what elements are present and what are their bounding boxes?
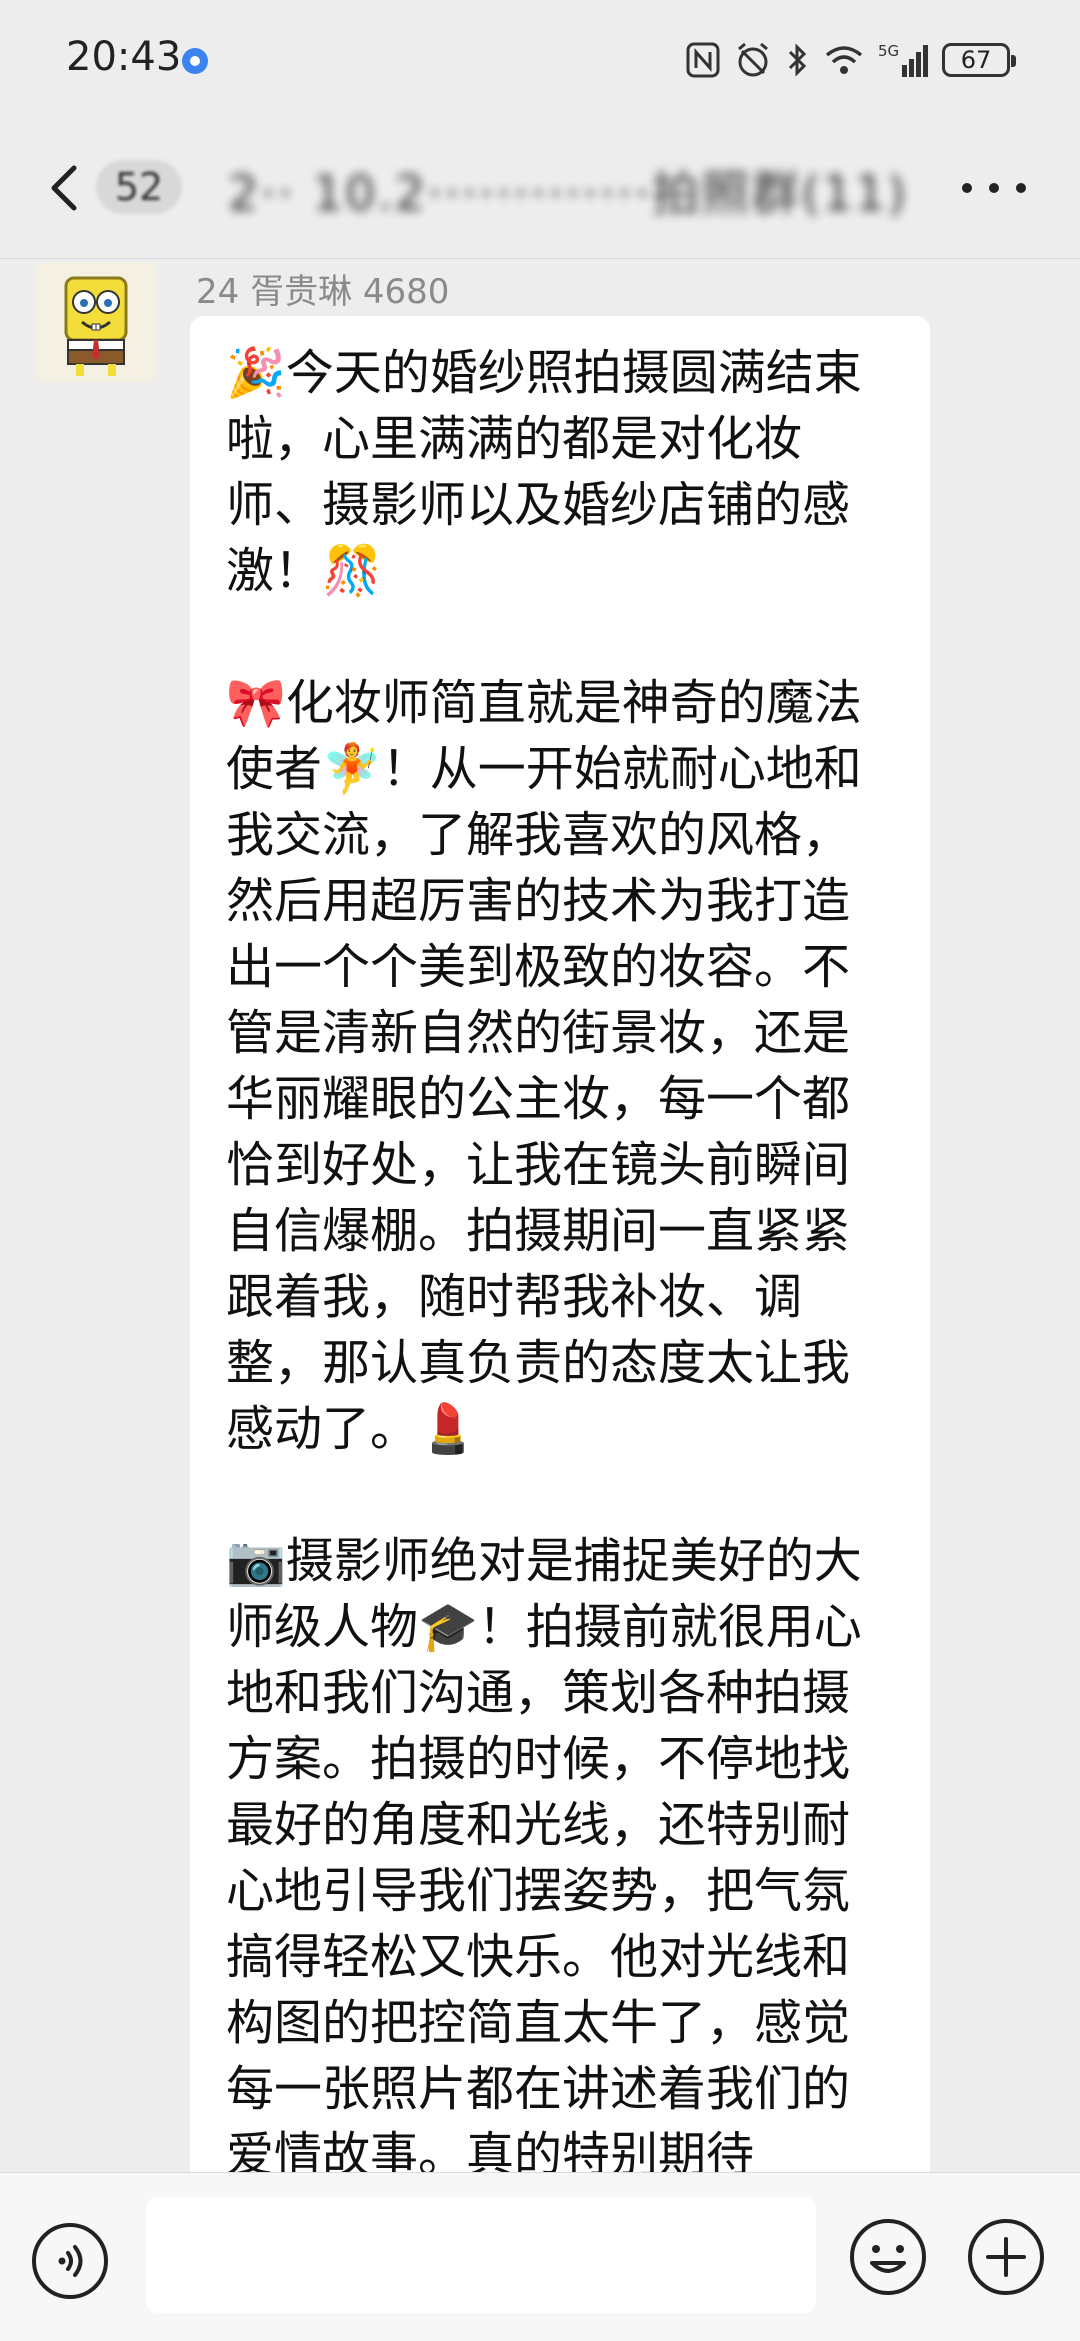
location-indicator-icon bbox=[182, 48, 208, 74]
input-bar bbox=[0, 2172, 1080, 2341]
status-time: 20:43 bbox=[66, 34, 182, 80]
sender-name: 24 胥贵琳 4680 bbox=[196, 272, 450, 312]
status-bar: 20:43 5G 67 bbox=[0, 0, 1080, 120]
more-options-button[interactable] bbox=[962, 180, 1026, 196]
bluetooth-icon bbox=[786, 41, 810, 79]
cellular-signal-icon: 5G bbox=[878, 41, 928, 79]
message-paragraph: 📷摄影师绝对是捕捉美好的大师级人物🎓！拍摄前就很用心地和我们沟通，策划各种拍摄方… bbox=[226, 1533, 862, 2183]
more-functions-button[interactable] bbox=[966, 2217, 1046, 2297]
chat-title: 2·· 10.2·············拍照群(11) bbox=[228, 154, 908, 224]
chevron-left-icon bbox=[51, 165, 77, 211]
wifi-icon bbox=[824, 41, 864, 79]
message-paragraph: 🎉今天的婚纱照拍摄圆满结束啦，心里满满的都是对化妆师、摄影师以及婚纱店铺的感激！… bbox=[226, 345, 862, 599]
chat-title-text: 2·· 10.2·············拍照群(11) bbox=[228, 166, 909, 222]
svg-text:5G: 5G bbox=[878, 42, 899, 60]
spongebob-avatar-icon bbox=[36, 262, 156, 382]
avatar[interactable] bbox=[36, 262, 156, 382]
message-bubble[interactable]: 🎉今天的婚纱照拍摄圆满结束啦，心里满满的都是对化妆师、摄影师以及婚纱店铺的感激！… bbox=[190, 316, 930, 2276]
dot-icon bbox=[1016, 183, 1026, 193]
nfc-icon bbox=[686, 41, 720, 79]
back-button[interactable] bbox=[40, 160, 96, 216]
header-divider bbox=[0, 258, 1080, 259]
message-paragraph: 🎀化妆师简直就是神奇的魔法使者🧚！从一开始就耐心地和我交流，了解我喜欢的风格，然… bbox=[226, 675, 862, 1457]
voice-icon bbox=[32, 2223, 108, 2299]
dot-icon bbox=[962, 183, 972, 193]
status-icons: 5G 67 bbox=[686, 38, 1016, 82]
plus-icon bbox=[968, 2219, 1044, 2295]
emoji-button[interactable] bbox=[848, 2217, 928, 2297]
alarm-off-icon bbox=[734, 41, 772, 79]
dot-icon bbox=[989, 183, 999, 193]
message-input[interactable] bbox=[146, 2197, 816, 2313]
voice-input-button[interactable] bbox=[30, 2221, 110, 2301]
unread-count-badge: 52 bbox=[96, 160, 182, 214]
battery-icon: 67 bbox=[942, 43, 1016, 77]
emoji-icon bbox=[850, 2219, 926, 2295]
